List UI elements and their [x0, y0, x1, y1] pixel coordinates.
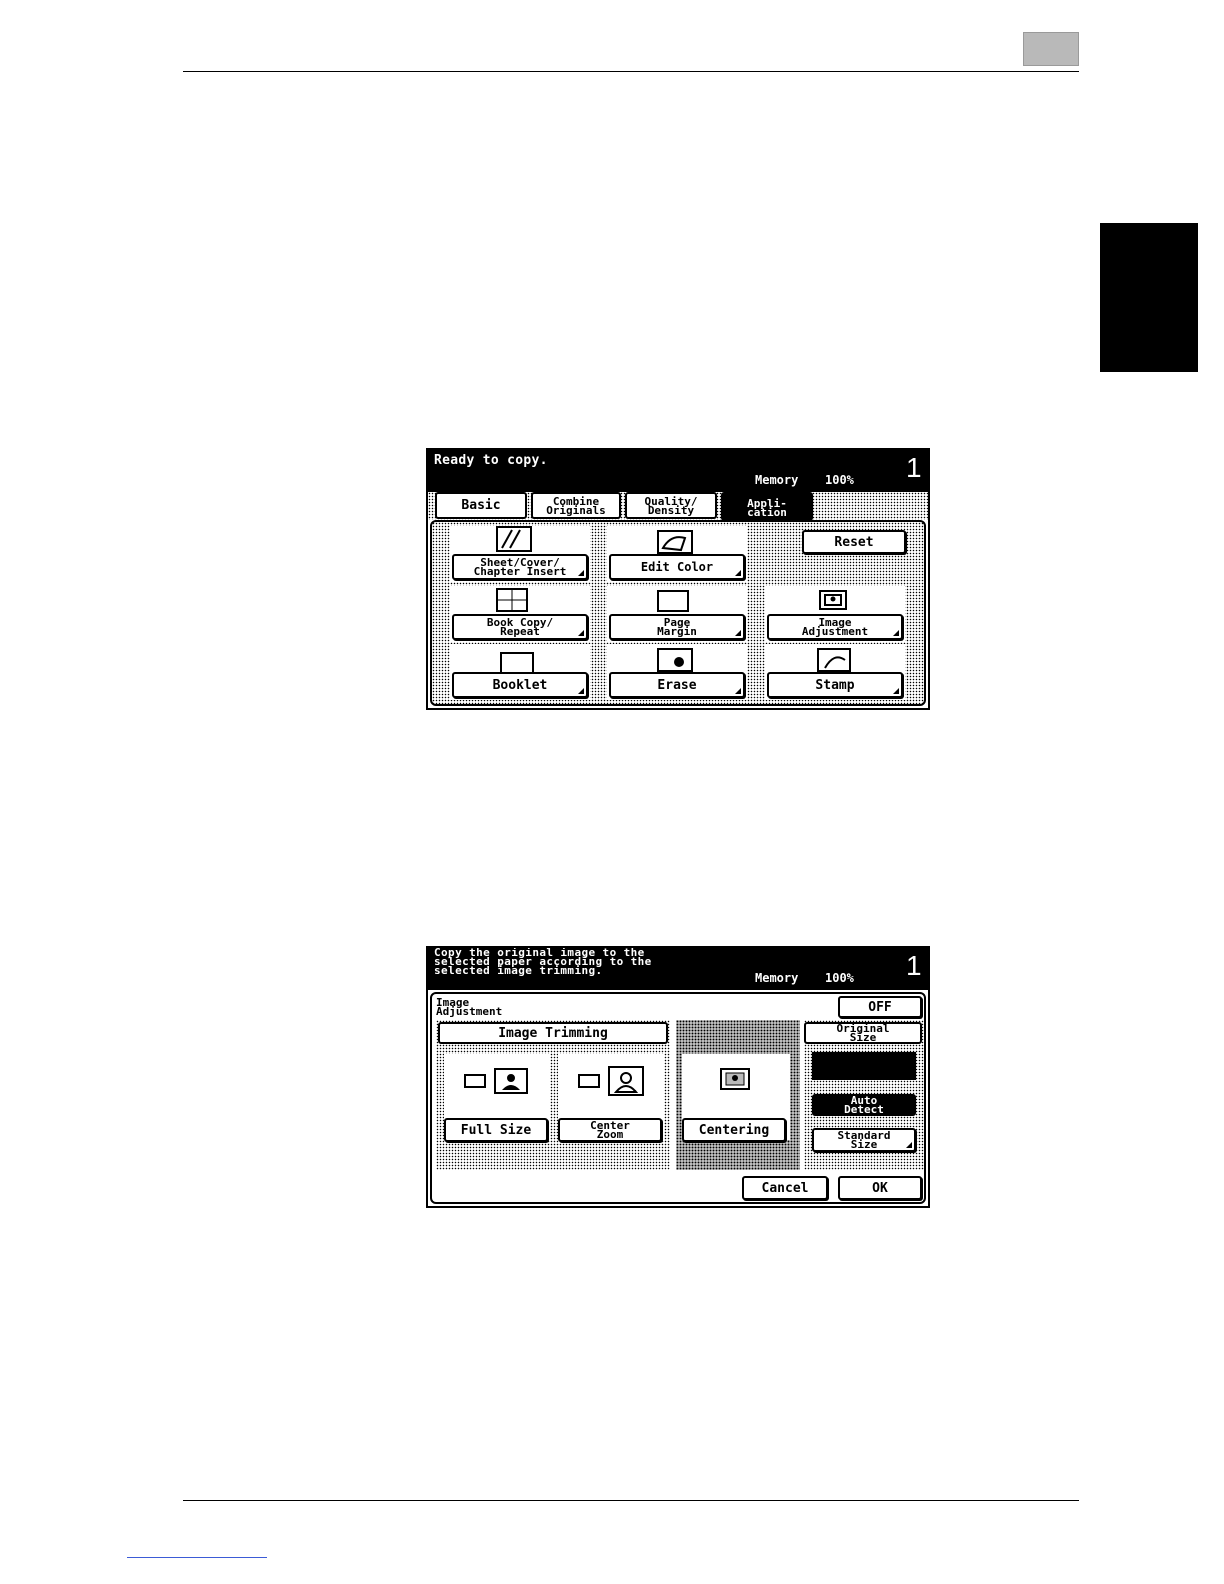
small-person-icon	[578, 1074, 600, 1088]
sheet-cover-chapter-insert-button[interactable]: Sheet/Cover/ Chapter Insert	[452, 554, 588, 580]
standard-size-button[interactable]: Standard Size	[812, 1128, 916, 1152]
page-margin-icon	[657, 590, 689, 612]
memory-label: Memory	[755, 971, 799, 985]
settings-panel: Image Adjustment OFF Image Trimming Full…	[430, 992, 926, 1204]
memory-value: 100%	[825, 473, 854, 487]
screen-title: Image Adjustment	[436, 996, 503, 1018]
center-zoom-button[interactable]: Center Zoom	[558, 1118, 662, 1142]
stamp-icon	[817, 648, 851, 672]
full-size-cell: Full Size	[444, 1054, 550, 1142]
tab-quality-density[interactable]: Quality/ Density	[625, 492, 717, 519]
cancel-button[interactable]: Cancel	[742, 1176, 828, 1200]
tab-application[interactable]: Appli- cation	[721, 492, 813, 521]
reset-button[interactable]: Reset	[802, 530, 906, 554]
zoomed-person-icon	[608, 1066, 644, 1096]
erase-icon	[657, 648, 693, 672]
message-bar: Copy the original image to the selected …	[428, 948, 928, 990]
image-trimming-header: Image Trimming	[438, 1022, 668, 1044]
memory-label: Memory	[755, 473, 799, 487]
centering-button[interactable]: Centering	[682, 1118, 786, 1142]
booklet-cell: Booklet	[450, 644, 590, 700]
function-panel: Sheet/Cover/ Chapter Insert Edit Color R…	[430, 520, 926, 706]
status-message: Copy the original image to the selected …	[434, 946, 652, 977]
small-person-icon	[464, 1074, 486, 1088]
chapter-thumb-tab	[1100, 223, 1198, 372]
centering-group: Centering	[676, 1020, 800, 1170]
book-copy-cell: Book Copy/ Repeat	[450, 586, 590, 642]
auto-detect-button[interactable]: Auto Detect	[812, 1094, 916, 1116]
full-size-button[interactable]: Full Size	[444, 1118, 548, 1142]
image-trimming-group: Image Trimming Full Size Center Zoom	[436, 1020, 670, 1170]
edit-color-cell: Edit Color	[607, 526, 747, 582]
footer-rule	[183, 1500, 1079, 1501]
page-margin-button[interactable]: Page Margin	[609, 614, 745, 640]
erase-cell: Erase	[607, 644, 747, 700]
sheet-cover-cell: Sheet/Cover/ Chapter Insert	[450, 526, 590, 582]
header-rule	[183, 71, 1079, 72]
stamp-cell: Stamp	[765, 644, 905, 700]
original-size-group: Original Size Auto Detect Standard Size	[804, 1020, 924, 1170]
centering-cell: Centering	[682, 1054, 790, 1142]
image-adjustment-icon	[819, 590, 847, 610]
original-size-display	[812, 1052, 916, 1080]
image-adjustment-screen: Copy the original image to the selected …	[426, 946, 930, 1208]
memory-value: 100%	[825, 971, 854, 985]
status-message: Ready to copy.	[434, 453, 548, 468]
palette-icon	[657, 530, 693, 554]
booklet-button[interactable]: Booklet	[452, 672, 588, 698]
set-count: 1	[906, 950, 922, 981]
center-zoom-cell: Center Zoom	[558, 1054, 664, 1142]
page-margin-cell: Page Margin	[607, 586, 747, 642]
ok-button[interactable]: OK	[838, 1176, 922, 1200]
chapter-number-box	[1023, 32, 1079, 66]
book-copy-icon	[496, 588, 528, 612]
sheet-insert-icon	[496, 526, 532, 552]
centered-image-icon	[720, 1068, 750, 1090]
message-bar: Ready to copy. Memory 100% 1	[428, 450, 928, 492]
tab-strip: Basic Combine Originals Quality/ Density…	[428, 492, 928, 521]
set-count: 1	[906, 452, 922, 483]
edit-color-button[interactable]: Edit Color	[609, 554, 745, 580]
stamp-button[interactable]: Stamp	[767, 672, 903, 698]
off-button[interactable]: OFF	[838, 996, 922, 1018]
image-adjustment-cell: Image Adjustment	[765, 586, 905, 642]
footer-link-underline[interactable]	[127, 1557, 267, 1558]
original-size-header: Original Size	[804, 1022, 922, 1044]
tab-combine-originals[interactable]: Combine Originals	[531, 492, 621, 519]
booklet-icon	[500, 652, 534, 672]
tab-basic[interactable]: Basic	[435, 492, 527, 519]
person-image-icon	[494, 1068, 528, 1094]
book-copy-repeat-button[interactable]: Book Copy/ Repeat	[452, 614, 588, 640]
application-screen: Ready to copy. Memory 100% 1 Basic Combi…	[426, 448, 930, 710]
image-adjustment-button[interactable]: Image Adjustment	[767, 614, 903, 640]
erase-button[interactable]: Erase	[609, 672, 745, 698]
